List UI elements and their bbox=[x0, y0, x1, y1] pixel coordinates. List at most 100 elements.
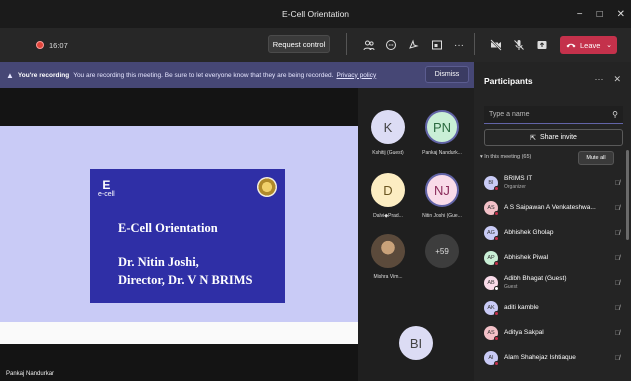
slide-title: E-Cell Orientation bbox=[118, 221, 218, 235]
reactions-icon[interactable] bbox=[406, 38, 420, 52]
share-invite-button[interactable]: ⇱ Share invite bbox=[484, 129, 623, 146]
college-seal-icon bbox=[257, 177, 277, 197]
participant-row[interactable]: AS A S Saipawan A Venkateshwa... 🎙̸ bbox=[484, 197, 623, 219]
participant-name: Aditya Sakpal bbox=[504, 329, 544, 337]
mic-off-icon: 🎙̸ bbox=[614, 279, 620, 287]
tile-name: Kshitij (Guest) bbox=[372, 150, 404, 156]
minimize-icon[interactable]: − bbox=[577, 9, 583, 20]
participant-tile[interactable]: D Dalvi◆Prad... bbox=[361, 173, 415, 219]
presenter-name: Pankaj Nandurkar bbox=[6, 371, 55, 377]
more-options-icon[interactable]: ··· bbox=[452, 38, 466, 52]
share-icon: ⇱ bbox=[530, 134, 536, 142]
close-icon[interactable]: ✕ bbox=[613, 74, 621, 85]
overflow-tile[interactable]: +59 bbox=[415, 234, 469, 268]
chevron-down-icon[interactable]: ⌄ bbox=[606, 41, 612, 49]
ecell-logo: Ε e-cell bbox=[98, 178, 115, 198]
participant-tile[interactable]: BI bbox=[389, 326, 443, 360]
phone-hangup-icon bbox=[566, 41, 576, 50]
participant-tile[interactable]: PN Pankaj Nandurk... bbox=[415, 110, 469, 156]
avatar: AK bbox=[484, 301, 499, 316]
recording-icon bbox=[36, 41, 44, 49]
tile-name: Dalvi◆Prad... bbox=[373, 213, 403, 219]
participant-role: Guest bbox=[504, 283, 518, 290]
participant-tile[interactable]: Mishra Vim... bbox=[361, 234, 415, 280]
meeting-timer: 16:07 bbox=[49, 40, 68, 50]
avatar: BI bbox=[399, 326, 433, 360]
video-gallery: K Kshitij (Guest) PN Pankaj Nandurk... D… bbox=[358, 88, 474, 381]
participant-name: A S Saipawan A Venkateshwa... bbox=[504, 204, 596, 212]
participant-row[interactable]: AB Adibh Bhagat (Guest) Guest 🎙̸ bbox=[484, 272, 623, 294]
avatar: AI bbox=[484, 351, 499, 366]
participant-name: Adibh Bhagat (Guest) bbox=[504, 275, 567, 283]
banner-bold: You're recording bbox=[17, 71, 70, 79]
participant-row[interactable]: AK aditi kamble 🎙̸ bbox=[484, 297, 623, 319]
camera-off-icon[interactable] bbox=[489, 38, 503, 52]
maximize-icon[interactable]: □ bbox=[597, 9, 603, 20]
chat-icon[interactable] bbox=[384, 38, 398, 52]
tile-name: Nitin Joshi (Gue... bbox=[422, 213, 462, 219]
mic-off-icon: 🎙̸ bbox=[614, 354, 620, 362]
panel-scrollbar[interactable] bbox=[626, 150, 629, 240]
avatar: BI bbox=[484, 176, 499, 191]
share-screen-icon[interactable] bbox=[535, 38, 549, 52]
rooms-icon[interactable] bbox=[430, 38, 444, 52]
participants-panel: Participants ··· ✕ Type a name ⚲ ⇱ Share… bbox=[474, 62, 631, 381]
banner-text: You are recording this meeting. Be sure … bbox=[73, 71, 334, 79]
overflow-count: +59 bbox=[425, 234, 459, 268]
request-control-button[interactable]: Request control bbox=[268, 35, 330, 53]
participant-row[interactable]: AP Abhishek Piwal 🎙̸ bbox=[484, 247, 623, 269]
participant-role: Organizer bbox=[504, 183, 526, 190]
avatar: NJ bbox=[425, 173, 459, 207]
warning-icon: ▲ bbox=[6, 70, 14, 80]
shared-content-stage: Ε e-cell E-Cell Orientation Dr. Nitin Jo… bbox=[0, 88, 358, 381]
toolbar-divider bbox=[474, 33, 475, 55]
avatar: AS bbox=[484, 326, 499, 341]
mic-off-icon: 🎙̸ bbox=[614, 179, 620, 187]
participant-tile[interactable]: NJ Nitin Joshi (Gue... bbox=[415, 173, 469, 219]
panel-controls: ··· ✕ bbox=[594, 74, 621, 85]
in-meeting-header[interactable]: ▾ In this meeting (65) bbox=[480, 154, 531, 160]
participant-name: Abhishek Gholap bbox=[504, 229, 554, 237]
avatar: AS bbox=[484, 201, 499, 216]
avatar: AB bbox=[484, 276, 499, 291]
mic-off-icon[interactable] bbox=[512, 38, 526, 52]
avatar: PN bbox=[425, 110, 459, 144]
tile-name: Mishra Vim... bbox=[373, 274, 403, 280]
tile-name: Pankaj Nandurk... bbox=[422, 150, 462, 156]
participant-name: Abhishek Piwal bbox=[504, 254, 549, 262]
avatar: AP bbox=[484, 251, 499, 266]
window-title: E-Cell Orientation bbox=[281, 9, 350, 19]
participant-row[interactable]: BI BRIMS IT Organizer 🎙̸ bbox=[484, 172, 623, 194]
toolbar-divider bbox=[346, 33, 347, 55]
recording-banner: ▲ You're recording You are recording thi… bbox=[0, 62, 474, 88]
participant-tile[interactable]: K Kshitij (Guest) bbox=[361, 110, 415, 156]
presentation-slide: Ε e-cell E-Cell Orientation Dr. Nitin Jo… bbox=[0, 126, 358, 344]
avatar: AG bbox=[484, 226, 499, 241]
mic-off-icon: 🎙̸ bbox=[614, 254, 620, 262]
more-options-icon[interactable]: ··· bbox=[594, 74, 603, 85]
leave-button[interactable]: Leave ⌄ bbox=[560, 36, 617, 54]
participant-name: BRIMS IT bbox=[504, 175, 533, 183]
participant-row[interactable]: AI Alam Shahejaz Ishtiaque 🎙̸ bbox=[484, 347, 623, 369]
participant-name: aditi kamble bbox=[504, 304, 539, 312]
participant-search-input[interactable]: Type a name ⚲ bbox=[484, 106, 623, 124]
leave-label: Leave bbox=[580, 40, 601, 50]
mic-off-icon: 🎙̸ bbox=[614, 229, 620, 237]
dismiss-button[interactable]: Dismiss bbox=[425, 66, 469, 83]
slide-bottom-strip bbox=[0, 322, 358, 344]
slide-line-1: Dr. Nitin Joshi, bbox=[118, 255, 199, 269]
share-invite-label: Share invite bbox=[539, 134, 577, 141]
avatar: D bbox=[371, 173, 405, 207]
mute-all-button[interactable]: Mute all bbox=[578, 151, 614, 165]
participant-row[interactable]: AG Abhishek Gholap 🎙̸ bbox=[484, 222, 623, 244]
mic-off-icon: 🎙̸ bbox=[614, 329, 620, 337]
participant-row[interactable]: AS Aditya Sakpal 🎙̸ bbox=[484, 322, 623, 344]
privacy-policy-link[interactable]: Privacy policy bbox=[336, 72, 376, 79]
avatar: K bbox=[371, 110, 405, 144]
chevron-down-icon: ▾ bbox=[480, 154, 483, 160]
panel-title: Participants bbox=[484, 76, 533, 86]
slide-line-2: Director, Dr. V N BRIMS bbox=[118, 273, 253, 287]
mic-off-icon: 🎙̸ bbox=[614, 304, 620, 312]
people-icon[interactable] bbox=[362, 38, 376, 52]
close-icon[interactable]: ✕ bbox=[617, 9, 625, 20]
